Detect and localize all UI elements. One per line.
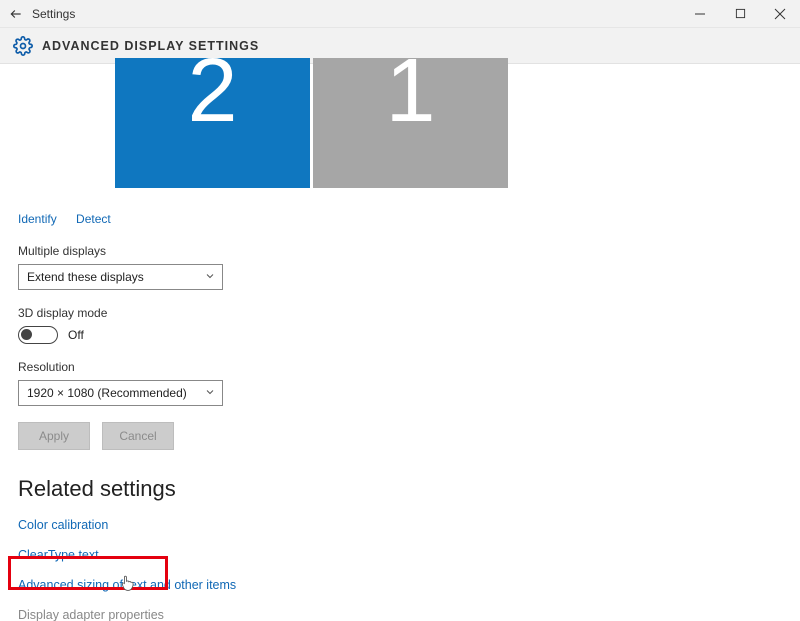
display-tile-label: 1 xyxy=(385,58,435,136)
display-arrangement-preview[interactable]: 2 1 xyxy=(0,64,800,204)
display-adapter-properties-link[interactable]: Display adapter properties xyxy=(18,608,800,621)
dropdown-value: 1920 × 1080 (Recommended) xyxy=(27,386,187,400)
3d-display-mode-label: 3D display mode xyxy=(18,306,800,320)
close-button[interactable] xyxy=(760,0,800,28)
chevron-down-icon xyxy=(204,270,216,285)
3d-display-mode-toggle[interactable] xyxy=(18,326,58,344)
3d-display-mode-state: Off xyxy=(68,328,84,342)
cleartype-text-link[interactable]: ClearType text xyxy=(18,548,800,562)
page-title: ADVANCED DISPLAY SETTINGS xyxy=(42,39,259,53)
display-action-links: Identify Detect xyxy=(18,212,800,226)
multiple-displays-label: Multiple displays xyxy=(18,244,800,258)
related-settings-heading: Related settings xyxy=(18,476,800,502)
cancel-button[interactable]: Cancel xyxy=(102,422,174,450)
apply-button[interactable]: Apply xyxy=(18,422,90,450)
back-button[interactable] xyxy=(0,0,32,28)
color-calibration-link[interactable]: Color calibration xyxy=(18,518,800,532)
display-tile-2[interactable]: 2 xyxy=(115,58,310,188)
minimize-button[interactable] xyxy=(680,0,720,28)
titlebar: Settings xyxy=(0,0,800,28)
chevron-down-icon xyxy=(204,386,216,401)
advanced-sizing-link[interactable]: Advanced sizing of text and other items xyxy=(18,578,800,592)
resolution-label: Resolution xyxy=(18,360,800,374)
maximize-button[interactable] xyxy=(720,0,760,28)
dropdown-value: Extend these displays xyxy=(27,270,144,284)
display-tile-1[interactable]: 1 xyxy=(313,58,508,188)
identify-link[interactable]: Identify xyxy=(18,212,57,226)
display-tile-label: 2 xyxy=(187,58,237,136)
window-title: Settings xyxy=(32,7,75,21)
detect-link[interactable]: Detect xyxy=(76,212,111,226)
multiple-displays-dropdown[interactable]: Extend these displays xyxy=(18,264,223,290)
gear-icon xyxy=(12,35,34,57)
apply-cancel-row: Apply Cancel xyxy=(18,422,800,450)
cursor-icon xyxy=(120,575,134,594)
content-area: 2 1 Identify Detect Multiple displays Ex… xyxy=(0,64,800,621)
resolution-dropdown[interactable]: 1920 × 1080 (Recommended) xyxy=(18,380,223,406)
